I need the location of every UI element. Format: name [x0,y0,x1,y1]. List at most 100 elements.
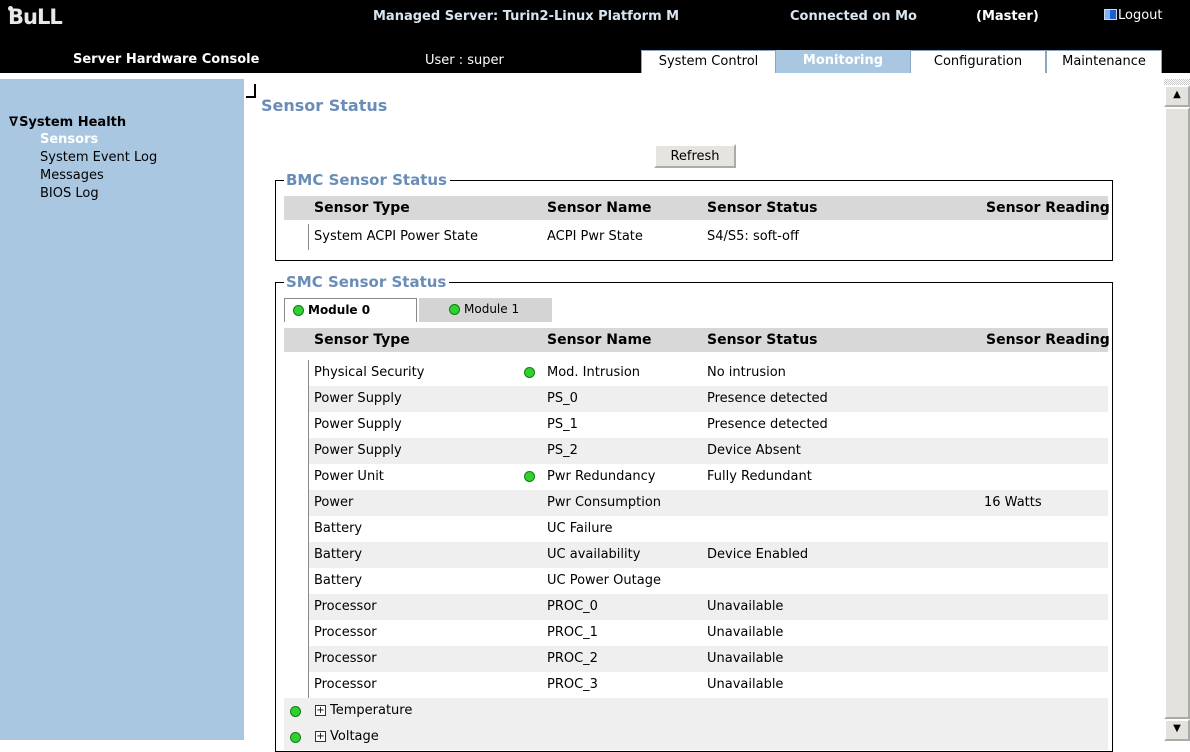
sensor-type: Power Supply [314,443,402,458]
smc-legend: SMC Sensor Status [284,274,450,291]
sidebar-section-system-health[interactable]: ∇System Health [9,115,126,130]
sensor-type: Power [314,495,354,510]
sensor-type: Power Supply [314,391,402,406]
bmc-legend: BMC Sensor Status [284,172,450,189]
page-title: Sensor Status [261,96,388,115]
sensor-status: Unavailable [707,625,784,640]
column-header: Sensor Name [547,200,652,216]
group-row-temperature[interactable]: + Temperature [284,698,1108,724]
column-header: Sensor Type [314,332,410,348]
master-label: (Master) [976,9,1039,24]
sensor-status: Fully Redundant [707,469,812,484]
table-row: Power Supply PS_1 Presence detected [308,412,1108,438]
user-label: User : super [425,53,504,68]
sensor-status: S4/S5: soft-off [707,229,799,244]
sidebar-item-messages[interactable]: Messages [40,167,104,185]
refresh-button[interactable]: Refresh [654,144,736,168]
status-ok-icon [449,304,460,315]
logout-button[interactable]: Logout [1104,8,1163,23]
table-row: Processor PROC_2 Unavailable [308,646,1108,672]
tab-monitoring[interactable]: Monitoring [776,50,910,73]
sensor-name: PS_1 [547,417,578,432]
sensor-type: Battery [314,521,363,536]
sensor-name: UC Failure [547,521,613,536]
logout-icon [1104,9,1117,20]
table-row: Processor PROC_0 Unavailable [308,594,1108,620]
nav-header: Server Hardware Console User : super Sys… [0,33,1190,73]
expand-plus-icon[interactable]: + [315,731,326,742]
sensor-name: UC availability [547,547,641,562]
status-ok-icon [290,732,301,743]
table-row: Power Supply PS_2 Device Absent [308,438,1108,464]
status-ok-icon [290,706,301,717]
sensor-type: Power Unit [314,469,384,484]
sensor-name: PROC_3 [547,677,598,692]
table-row: Processor PROC_3 Unavailable [308,672,1108,698]
table-row: Processor PROC_1 Unavailable [308,620,1108,646]
frame-corner [246,84,256,98]
smc-table-header: Sensor Type Sensor Name Sensor Status Se… [284,328,1110,352]
sensor-reading: 16 Watts [984,495,1042,510]
column-header: Sensor Status [707,332,818,348]
sensor-name: ACPI Pwr State [547,229,643,244]
scroll-down-arrow-icon[interactable]: ▼ [1164,719,1190,741]
sensor-type: Physical Security [314,365,425,380]
bull-logo: BuLL [8,5,63,29]
table-row: Power Pwr Consumption 16 Watts [308,490,1108,516]
console-title: Server Hardware Console [73,52,260,67]
sensor-name: PS_0 [547,391,578,406]
triangle-down-icon: ∇ [9,115,19,130]
scrollbar-thumb[interactable] [1164,107,1190,719]
sidebar-item-system-event-log[interactable]: System Event Log [40,149,157,167]
group-label: Temperature [330,703,413,718]
sensor-type: Power Supply [314,417,402,432]
group-label: Voltage [330,729,379,744]
sensor-status: Unavailable [707,599,784,614]
status-ok-icon [524,367,535,378]
table-row: Battery UC Power Outage [308,568,1108,594]
expand-plus-icon[interactable]: + [315,705,326,716]
column-header: Sensor Reading [986,332,1110,348]
logout-label: Logout [1118,8,1163,23]
sensor-type: Battery [314,573,363,588]
table-row: Power Supply PS_0 Presence detected [308,386,1108,412]
column-header: Sensor Status [707,200,818,216]
sidebar-section-label: System Health [19,115,127,130]
status-ok-icon [293,305,304,316]
sensor-name: PS_2 [547,443,578,458]
sidebar-item-bios-log[interactable]: BIOS Log [40,185,99,203]
group-row-voltage[interactable]: + Voltage [284,724,1108,750]
tab-configuration[interactable]: Configuration [910,50,1046,73]
sensor-status: Unavailable [707,651,784,666]
module-tab-label: Module 0 [308,303,371,317]
sensor-type: Processor [314,599,377,614]
table-row: Power Unit Pwr Redundancy Fully Redundant [308,464,1108,490]
bmc-table-header: Sensor Type Sensor Name Sensor Status Se… [284,196,1110,220]
table-row: Physical Security Mod. Intrusion No intrus… [308,360,1108,386]
column-header: Sensor Name [547,332,652,348]
sensor-name: PROC_1 [547,625,598,640]
sensor-status: Presence detected [707,417,828,432]
column-header: Sensor Type [314,200,410,216]
column-header: Sensor Reading [986,200,1110,216]
sensor-status: Device Enabled [707,547,809,562]
sensor-type: Processor [314,651,377,666]
tab-module-0[interactable]: Module 0 [284,298,417,322]
sensor-name: Pwr Redundancy [547,469,656,484]
connection-status: Connected on Mo [790,9,917,24]
tab-system-control[interactable]: System Control [641,50,776,73]
sensor-status: No intrusion [707,365,786,380]
vertical-scrollbar[interactable]: ▲ ▼ [1164,79,1190,741]
tab-module-1[interactable]: Module 1 [419,298,552,322]
scroll-up-arrow-icon[interactable]: ▲ [1164,85,1190,107]
tab-maintenance[interactable]: Maintenance [1046,50,1162,73]
table-row: Battery UC availability Device Enabled [308,542,1108,568]
sensor-type: Processor [314,625,377,640]
table-row: Battery UC Failure [308,516,1108,542]
managed-server-label: Managed Server: Turin2-Linux Platform M [373,9,680,24]
sidebar: ∇System Health Sensors System Event Log … [0,79,244,740]
sensor-name: Pwr Consumption [547,495,662,510]
sidebar-item-sensors[interactable]: Sensors [40,131,98,149]
status-ok-icon [524,471,535,482]
sensor-name: PROC_0 [547,599,598,614]
